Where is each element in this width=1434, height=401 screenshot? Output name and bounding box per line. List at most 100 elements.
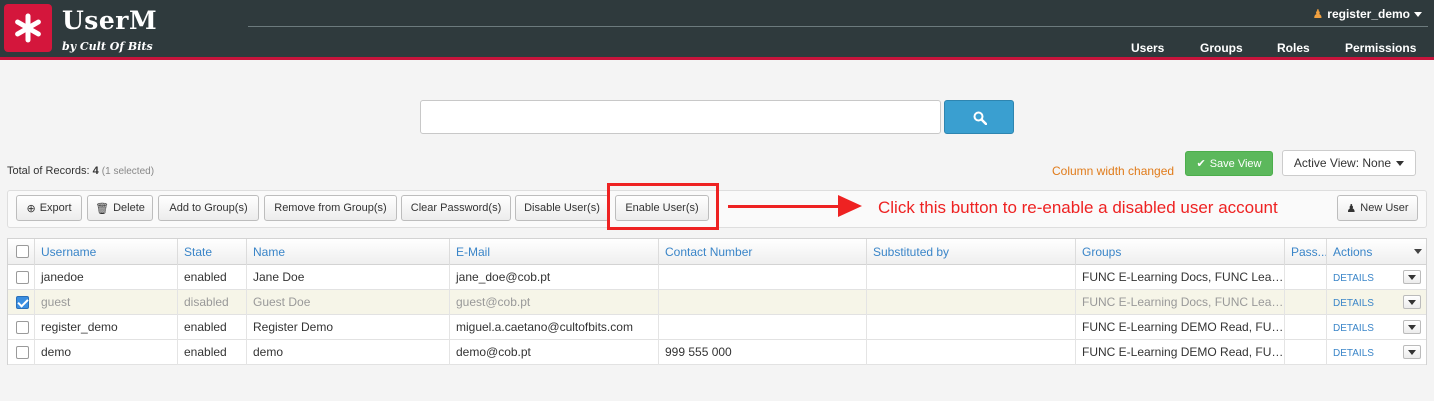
col-password[interactable]: Pass...: [1285, 239, 1327, 265]
cell-state: disabled: [178, 290, 247, 315]
records-label: Total of Records:: [7, 165, 90, 177]
col-state[interactable]: State: [178, 239, 247, 265]
save-view-label: Save View: [1209, 157, 1262, 170]
cell-name: Jane Doe: [247, 265, 450, 290]
search-input[interactable]: [420, 100, 941, 134]
cell-groups: FUNC E-Learning Docs, FUNC Learn...: [1076, 265, 1285, 290]
cell-email: jane_doe@cob.pt: [450, 265, 659, 290]
col-substituted-by[interactable]: Substituted by: [867, 239, 1076, 265]
cell-actions: DETAILS: [1327, 290, 1427, 315]
cell-groups: FUNC E-Learning DEMO Read, FUN...: [1076, 315, 1285, 340]
cell-password: [1285, 265, 1327, 290]
col-groups[interactable]: Groups: [1076, 239, 1285, 265]
row-checkbox[interactable]: [16, 346, 29, 359]
cell-contact: [659, 265, 867, 290]
export-button[interactable]: ⊕ Export: [16, 195, 82, 221]
col-email[interactable]: E-Mail: [450, 239, 659, 265]
nav-roles[interactable]: Roles: [1277, 41, 1310, 55]
records-summary: Total of Records: 4 (1 selected): [7, 165, 154, 177]
nav-permissions[interactable]: Permissions: [1345, 41, 1416, 55]
row-actions-dropdown[interactable]: [1403, 320, 1421, 334]
nav-users[interactable]: Users: [1131, 41, 1164, 55]
col-contact-number[interactable]: Contact Number: [659, 239, 867, 265]
asterisk-icon: [15, 13, 41, 43]
select-all-checkbox[interactable]: [16, 245, 29, 258]
row-actions-dropdown[interactable]: [1403, 345, 1421, 359]
table-row[interactable]: guest disabled Guest Doe guest@cob.pt FU…: [8, 290, 1426, 315]
user-menu[interactable]: ♟ register_demo: [1313, 7, 1422, 21]
col-username[interactable]: Username: [35, 239, 178, 265]
cell-groups: FUNC E-Learning DEMO Read, FUN...: [1076, 340, 1285, 365]
details-link[interactable]: DETAILS: [1333, 273, 1374, 284]
cell-state: enabled: [178, 265, 247, 290]
delete-button[interactable]: 🗑 Delete: [87, 195, 153, 221]
cell-username: register_demo: [35, 315, 178, 340]
cell-actions: DETAILS: [1327, 265, 1427, 290]
cell-username: janedoe: [35, 265, 178, 290]
cell-name: Guest Doe: [247, 290, 450, 315]
trash-icon: 🗑: [95, 202, 110, 215]
table-row[interactable]: register_demo enabled Register Demo migu…: [8, 315, 1426, 340]
new-user-label: New User: [1360, 202, 1409, 214]
row-checkbox[interactable]: [16, 321, 29, 334]
annotation-arrow: [728, 205, 842, 208]
remove-from-group-button[interactable]: Remove from Group(s): [264, 195, 397, 221]
cell-state: enabled: [178, 340, 247, 365]
details-link[interactable]: DETAILS: [1333, 348, 1374, 359]
row-actions-dropdown[interactable]: [1403, 270, 1421, 284]
add-to-group-button[interactable]: Add to Group(s): [158, 195, 259, 221]
cell-contact: [659, 315, 867, 340]
header-select-cell: [8, 239, 35, 265]
search-button[interactable]: [944, 100, 1014, 134]
cell-substituted: [867, 315, 1076, 340]
user-icon: ♟: [1312, 7, 1324, 21]
app-logo[interactable]: [4, 4, 52, 52]
column-width-notice: Column width changed: [1052, 164, 1175, 178]
cell-state: enabled: [178, 315, 247, 340]
cell-name: demo: [247, 340, 450, 365]
table-row[interactable]: janedoe enabled Jane Doe jane_doe@cob.pt…: [8, 265, 1426, 290]
details-link[interactable]: DETAILS: [1333, 298, 1374, 309]
cell-name: Register Demo: [247, 315, 450, 340]
export-label: Export: [39, 202, 72, 214]
save-view-button[interactable]: ✔ Save View: [1185, 151, 1273, 176]
new-user-button[interactable]: ♟ New User: [1337, 195, 1418, 221]
active-view-dropdown[interactable]: Active View: None: [1282, 150, 1416, 176]
table-row[interactable]: demo enabled demo demo@cob.pt 999 555 00…: [8, 340, 1426, 365]
cell-substituted: [867, 290, 1076, 315]
disable-users-button[interactable]: Disable User(s): [515, 195, 609, 221]
row-checkbox[interactable]: [16, 271, 29, 284]
annotation-text: Click this button to re-enable a disable…: [878, 198, 1278, 217]
header-divider: [248, 26, 1428, 27]
col-name[interactable]: Name: [247, 239, 450, 265]
nav-groups[interactable]: Groups: [1200, 41, 1243, 55]
user-icon: ♟: [1346, 202, 1357, 215]
row-actions-dropdown[interactable]: [1403, 295, 1421, 309]
cell-username: demo: [35, 340, 178, 365]
chevron-down-icon[interactable]: [1414, 249, 1422, 254]
cell-email: guest@cob.pt: [450, 290, 659, 315]
cell-contact: 999 555 000: [659, 340, 867, 365]
details-link[interactable]: DETAILS: [1333, 323, 1374, 334]
row-select-cell: [8, 290, 35, 315]
cell-password: [1285, 340, 1327, 365]
cell-password: [1285, 315, 1327, 340]
col-actions-label: Actions: [1333, 245, 1373, 259]
app-header: UserM by Cult Of Bits ♟ register_demo Us…: [0, 0, 1434, 60]
delete-label: Delete: [113, 202, 145, 214]
brand-subtitle: by Cult Of Bits: [62, 40, 153, 53]
export-icon: ⊕: [26, 202, 36, 215]
row-checkbox[interactable]: [16, 296, 29, 309]
brand-title: UserM: [62, 6, 158, 35]
chevron-down-icon: [1414, 11, 1422, 17]
users-table: Username State Name E-Mail Contact Numbe…: [7, 238, 1427, 365]
cell-substituted: [867, 340, 1076, 365]
col-actions[interactable]: Actions: [1327, 239, 1427, 265]
table-header: Username State Name E-Mail Contact Numbe…: [8, 239, 1426, 265]
cell-actions: DETAILS: [1327, 315, 1427, 340]
clear-password-button[interactable]: Clear Password(s): [401, 195, 511, 221]
cell-contact: [659, 290, 867, 315]
cell-email: demo@cob.pt: [450, 340, 659, 365]
row-select-cell: [8, 265, 35, 290]
records-count: 4: [92, 165, 99, 177]
